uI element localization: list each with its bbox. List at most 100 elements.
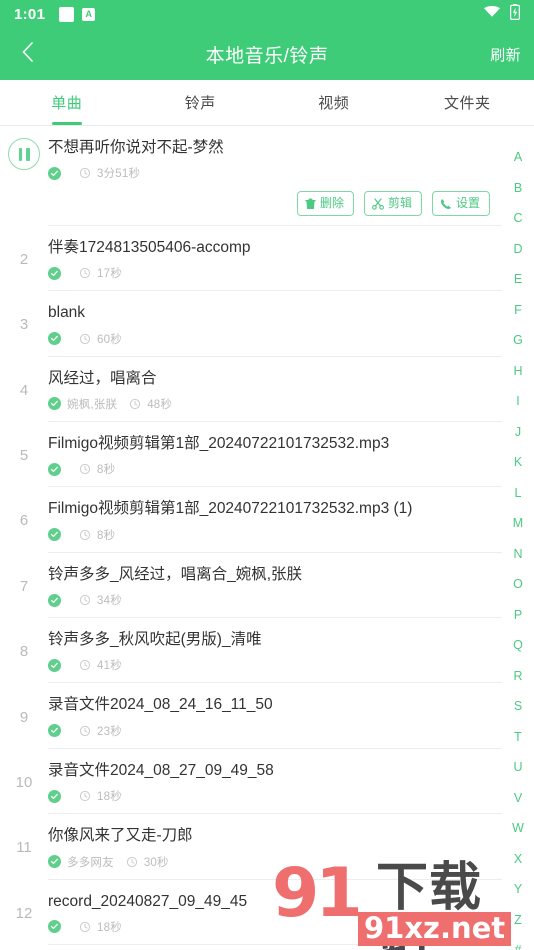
song-list-item[interactable]: 10 录音文件2024_08_27_09_49_58 18秒 [0,749,534,815]
song-duration: 8秒 [97,529,116,542]
alphabet-index-a[interactable]: A [502,142,534,173]
song-title: 铃声多多_秋风吹起(男版)_清唯 [48,631,262,649]
clock-icon [79,790,91,802]
song-list-item[interactable]: 7 铃声多多_风经过，唱离合_婉枫,张朕 34秒 [0,553,534,619]
song-list-item[interactable]: 6 Filmigo视频剪辑第1部_20240722101732532.mp3 (1… [0,487,534,553]
pause-icon [8,138,40,170]
alphabet-index-x[interactable]: X [502,844,534,875]
app-root: 1:01 A 本地音乐/铃声 刷新 单曲 铃声 视频 文件夹 不想再听你说对不起… [0,0,534,950]
alphabet-index-e[interactable]: E [502,264,534,295]
tab-songs-label: 单曲 [51,95,83,112]
song-body: 不想再听你说对不起-梦然 3分51秒删除 剪辑 设置 [48,126,498,226]
song-title: 铃声多多_风经过，唱离合_婉枫,张朕 [48,565,303,583]
song-index: 7 [19,577,29,595]
song-list-item[interactable]: 11 你像风来了又走-刀郎 多多网友 30秒 [0,814,534,880]
alphabet-index-b[interactable]: B [502,173,534,204]
alphabet-index-q[interactable]: Q [502,630,534,661]
verified-check-icon [48,920,61,934]
alphabet-index-p[interactable]: P [502,600,534,631]
alphabet-index-k[interactable]: K [502,447,534,478]
剪辑-action-button[interactable]: 剪辑 [363,191,422,216]
tab-bar: 单曲 铃声 视频 文件夹 [0,80,534,126]
refresh-button[interactable]: 刷新 [490,44,521,65]
alphabet-index-s[interactable]: S [502,691,534,722]
song-title: 不想再听你说对不起-梦然 [48,139,224,156]
alphabet-index-n[interactable]: N [502,539,534,570]
verified-check-icon [48,166,61,180]
alphabet-index-c[interactable]: C [502,203,534,234]
clock-icon [79,921,91,933]
battery-charging-icon [509,3,521,25]
alphabet-index-bar[interactable]: A B C D E F G H I J K L M N O P Q R S T U V W X Y Z # [502,126,534,950]
alphabet-index-u[interactable]: U [502,752,534,783]
alphabet-index-z[interactable]: Z [502,905,534,936]
clock-icon [79,659,91,671]
a-badge-icon: A [82,7,96,21]
song-index: 8 [19,643,29,661]
alphabet-index-m[interactable]: M [502,508,534,539]
song-list-item[interactable]: 5 Filmigo视频剪辑第1部_20240722101732532.mp3 8秒 [0,422,534,488]
song-list-item[interactable]: 3 blank 60秒 [0,291,534,357]
alphabet-index-o[interactable]: O [502,569,534,600]
tab-folders[interactable]: 文件夹 [401,80,534,125]
song-meta: 41秒 [48,657,498,673]
status-bar-system-icons [483,3,521,25]
song-meta: 18秒 [48,788,498,804]
verified-check-icon [48,789,61,803]
alphabet-index-hash[interactable]: # [502,935,534,950]
song-list-item[interactable]: 9 录音文件2024_08_24_16_11_50 23秒 [0,683,534,749]
song-artist: 婉枫,张朕 [67,398,118,411]
verified-check-icon [48,397,61,411]
song-duration: 48秒 [147,398,173,411]
song-list-item[interactable]: 8 铃声多多_秋风吹起(男版)_清唯 41秒 [0,618,534,684]
alphabet-index-i[interactable]: I [502,386,534,417]
song-duration: 23秒 [97,725,122,738]
song-list[interactable]: 不想再听你说对不起-梦然 3分51秒删除 剪辑 设置 2 伴奏1724813505406-… [0,126,534,948]
alphabet-index-v[interactable]: V [502,783,534,814]
tab-ringtones[interactable]: 铃声 [134,80,268,125]
alphabet-index-l[interactable]: L [502,478,534,509]
song-title: 录音文件2024_08_24_16_11_50 [48,696,273,714]
song-duration: 18秒 [97,791,122,804]
song-list-item[interactable]: 13腾讯视频 - 中国领先的在线视频媒体平台,海量高清视频在线观看 [0,945,534,948]
clock-icon [79,463,91,475]
song-body: 录音文件2024_08_27_09_49_58 18秒 [48,749,498,814]
song-title: blank [48,304,86,322]
alphabet-index-j[interactable]: J [502,417,534,448]
pause-button[interactable] [0,126,48,170]
alphabet-index-r[interactable]: R [502,661,534,692]
song-body: 风经过，唱离合 婉枫,张朕 48秒 [48,357,498,422]
verified-check-icon [48,528,61,542]
alphabet-index-t[interactable]: T [502,722,534,753]
song-duration: 3分51秒 [97,168,141,181]
tab-songs[interactable]: 单曲 [0,80,134,125]
song-meta: 3分51秒 [48,165,498,181]
song-artist: 多多网友 [67,856,114,869]
alphabet-index-y[interactable]: Y [502,874,534,905]
删除-action-button[interactable]: 删除 [296,191,354,216]
song-meta: 18秒 [48,919,498,935]
clock-icon [79,594,91,606]
song-list-item[interactable]: 不想再听你说对不起-梦然 3分51秒删除 剪辑 设置 [0,126,534,226]
clock-icon [79,529,91,541]
alphabet-index-g[interactable]: G [502,325,534,356]
alphabet-index-d[interactable]: D [502,234,534,265]
song-body: 铃声多多_风经过，唱离合_婉枫,张朕 34秒 [48,553,498,618]
tab-videos[interactable]: 视频 [267,80,401,125]
trash-icon [305,198,316,210]
song-body: 伴奏1724813505406-accomp 17秒 [48,226,498,291]
song-duration: 34秒 [97,595,122,608]
设置-action-button[interactable]: 设置 [431,191,490,216]
song-meta: 多多网友 30秒 [48,854,498,870]
song-list-item[interactable]: 4 风经过，唱离合 婉枫,张朕 48秒 [0,357,534,422]
song-index: 9 [19,708,29,726]
song-list-item[interactable]: 2 伴奏1724813505406-accomp 17秒 [0,226,534,292]
verified-check-icon [48,266,61,280]
song-title: 你像风来了又走-刀郎 [48,827,193,845]
back-button[interactable] [0,28,54,80]
alphabet-index-w[interactable]: W [502,813,534,844]
action-label: 删除 [319,196,344,211]
alphabet-index-h[interactable]: H [502,356,534,387]
song-list-item[interactable]: 12 record_20240827_09_49_45 18秒 [0,880,534,945]
alphabet-index-f[interactable]: F [502,295,534,326]
